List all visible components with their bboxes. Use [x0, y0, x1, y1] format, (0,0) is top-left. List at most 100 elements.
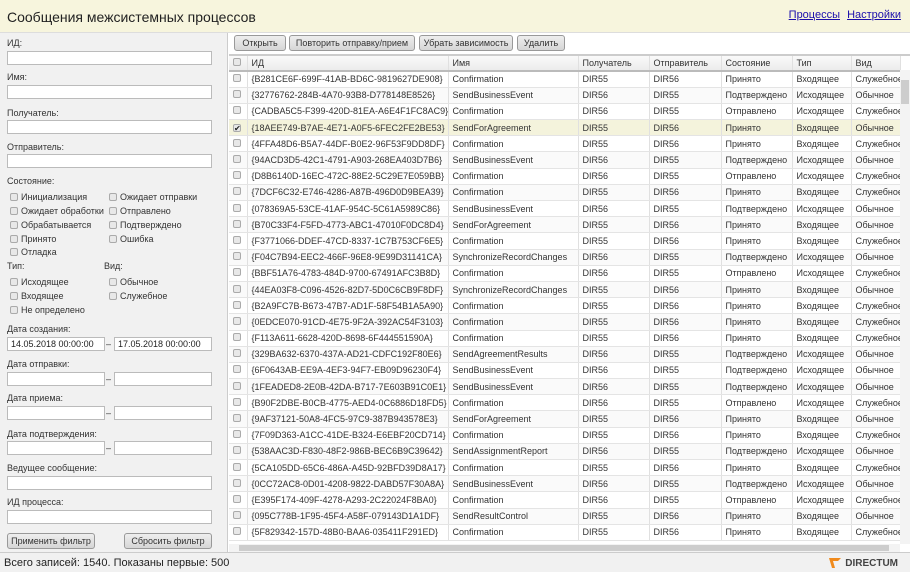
- row-select-cell[interactable]: [229, 184, 248, 202]
- row-select-cell[interactable]: [229, 249, 248, 266]
- state-checkbox[interactable]: Принято: [10, 234, 56, 244]
- row-checkbox[interactable]: [233, 235, 241, 244]
- processes-link[interactable]: Процессы: [789, 9, 840, 21]
- kind-checkbox[interactable]: Обычное: [109, 277, 158, 287]
- table-row[interactable]: ✔ {18AEE749-B7AE-4E71-A0F5-6FEC2FE2BE53} S…: [229, 119, 901, 137]
- row-checkbox[interactable]: [233, 430, 241, 439]
- row-checkbox[interactable]: [233, 219, 241, 228]
- table-row[interactable]: {D8B6140D-16EC-472C-88E2-5C29E7E059BB} Co…: [229, 168, 901, 185]
- state-checkbox[interactable]: Инициализация: [10, 192, 87, 202]
- delete-button[interactable]: Удалить: [517, 35, 565, 51]
- checkbox-icon[interactable]: [10, 248, 18, 256]
- column-header[interactable]: Состояние: [721, 56, 793, 72]
- row-checkbox[interactable]: [233, 252, 241, 261]
- confirmed-to-input[interactable]: [114, 441, 212, 455]
- checkbox-icon[interactable]: [10, 221, 18, 229]
- row-select-cell[interactable]: [229, 232, 248, 250]
- table-row[interactable]: {44EA03F8-C096-4526-82D7-5D0C6CB9F8DF} Sy…: [229, 281, 901, 299]
- row-select-cell[interactable]: [229, 394, 248, 412]
- state-checkbox[interactable]: Ожидает обработки: [10, 206, 104, 216]
- row-select-cell[interactable]: [229, 330, 248, 347]
- column-header[interactable]: Тип: [792, 56, 852, 72]
- horizontal-scrollbar[interactable]: [229, 544, 900, 552]
- table-row[interactable]: {B90F2DBE-B0CB-4775-AED4-0C6886D18FD5} Co…: [229, 394, 901, 412]
- id-input[interactable]: [7, 51, 212, 65]
- sent-from-input[interactable]: [7, 372, 105, 386]
- table-row[interactable]: {32776762-284B-4A70-93B8-D778148E8526} Se…: [229, 87, 901, 104]
- row-checkbox[interactable]: [233, 414, 241, 423]
- remove-dependency-button[interactable]: Убрать зависимость: [419, 35, 513, 51]
- created-from-input[interactable]: [7, 337, 105, 351]
- row-checkbox[interactable]: [233, 203, 241, 212]
- kind-checkbox[interactable]: Служебное: [109, 291, 167, 301]
- sent-to-input[interactable]: [114, 372, 212, 386]
- row-select-cell[interactable]: [229, 135, 248, 153]
- row-checkbox[interactable]: [233, 494, 241, 503]
- sender-input[interactable]: [7, 154, 212, 168]
- retry-button[interactable]: Повторить отправку/прием: [289, 35, 415, 51]
- column-header[interactable]: Отправитель: [649, 56, 722, 72]
- table-row[interactable]: {0CC72AC8-0D01-4208-9822-DABD57F30A8A} Se…: [229, 475, 901, 493]
- row-select-cell[interactable]: [229, 524, 248, 541]
- process-id-input[interactable]: [7, 510, 212, 524]
- table-row[interactable]: {F113A611-6628-420D-8698-6F444551590A} Co…: [229, 330, 901, 347]
- received-from-input[interactable]: [7, 406, 105, 420]
- column-header[interactable]: Получатель: [578, 56, 650, 72]
- table-row[interactable]: {9AF37121-50A8-4FC5-97C9-387B943578E3} Se…: [229, 410, 901, 428]
- row-checkbox[interactable]: [233, 397, 241, 406]
- select-all-checkbox[interactable]: [233, 58, 241, 66]
- row-select-cell[interactable]: [229, 475, 248, 493]
- row-select-cell[interactable]: [229, 281, 248, 299]
- row-select-cell[interactable]: [229, 313, 248, 331]
- table-row[interactable]: {BBF51A76-4783-484D-9700-67491AFC3B8D} Co…: [229, 265, 901, 282]
- row-checkbox[interactable]: [233, 333, 241, 342]
- row-checkbox[interactable]: [233, 284, 241, 293]
- row-select-cell[interactable]: [229, 103, 248, 121]
- row-select-cell[interactable]: [229, 297, 248, 315]
- open-button[interactable]: Открыть: [234, 35, 286, 51]
- table-row[interactable]: {4FFA48D6-B5A7-44DF-B0E2-96F53F9DD8DF} Co…: [229, 135, 901, 153]
- received-to-input[interactable]: [114, 406, 212, 420]
- checkbox-icon[interactable]: [10, 278, 18, 286]
- checkbox-icon[interactable]: [10, 292, 18, 300]
- row-select-cell[interactable]: [229, 410, 248, 428]
- checkbox-icon[interactable]: [109, 292, 117, 300]
- row-checkbox[interactable]: [233, 187, 241, 196]
- table-row[interactable]: {078369A5-53CE-41AF-954C-5C61A5989C86} Se…: [229, 200, 901, 218]
- row-select-cell[interactable]: [229, 346, 248, 363]
- row-select-cell[interactable]: ✔: [229, 119, 248, 137]
- lead-message-input[interactable]: [7, 476, 212, 490]
- table-row[interactable]: {F3771066-DDEF-47CD-8337-1C7B753CF6E5} Co…: [229, 232, 901, 250]
- table-row[interactable]: {538AAC3D-F830-48F2-986B-BEC6B9C39642} Se…: [229, 443, 901, 461]
- scroll-thumb[interactable]: [239, 545, 889, 551]
- table-row[interactable]: {7F09D363-A1CC-41DE-B324-E6EBF20CD714} Co…: [229, 427, 901, 444]
- scroll-thumb[interactable]: [901, 80, 909, 104]
- created-to-input[interactable]: [114, 337, 212, 351]
- state-checkbox[interactable]: Ошибка: [109, 234, 154, 244]
- checkbox-icon[interactable]: [109, 193, 117, 201]
- row-checkbox[interactable]: [233, 478, 241, 487]
- apply-filter-button[interactable]: Применить фильтр: [7, 533, 95, 549]
- settings-link[interactable]: Настройки: [847, 9, 901, 21]
- table-row[interactable]: {329BA632-6370-437A-AD21-CDFC192F80E6} Se…: [229, 346, 901, 363]
- table-row[interactable]: {0EDCE070-91CD-4E75-9F2A-392AC54F3103} Co…: [229, 313, 901, 331]
- vertical-scrollbar[interactable]: [900, 70, 910, 544]
- table-row[interactable]: {B70C33F4-F5FD-4773-ABC1-47010F0DC8D4} Se…: [229, 216, 901, 234]
- checkbox-icon[interactable]: [109, 207, 117, 215]
- checkbox-icon[interactable]: [109, 221, 117, 229]
- row-select-cell[interactable]: [229, 362, 248, 380]
- recipient-input[interactable]: [7, 120, 212, 134]
- column-header[interactable]: ИД: [247, 56, 449, 72]
- table-row[interactable]: {B281CE6F-699F-41AB-BD6C-9819627DE908} Co…: [229, 71, 901, 88]
- row-checkbox[interactable]: [233, 268, 241, 277]
- row-checkbox[interactable]: [233, 511, 241, 520]
- row-checkbox[interactable]: [233, 74, 241, 83]
- row-select-cell[interactable]: [229, 491, 248, 509]
- row-select-cell[interactable]: [229, 87, 248, 104]
- checkbox-icon[interactable]: [10, 235, 18, 243]
- row-select-cell[interactable]: [229, 168, 248, 185]
- type-checkbox[interactable]: Не определено: [10, 305, 85, 315]
- row-checkbox[interactable]: [233, 171, 241, 180]
- table-row[interactable]: {7DCF6C32-E746-4286-A87B-496D0D9BEA39} Co…: [229, 184, 901, 202]
- row-checkbox[interactable]: [233, 300, 241, 309]
